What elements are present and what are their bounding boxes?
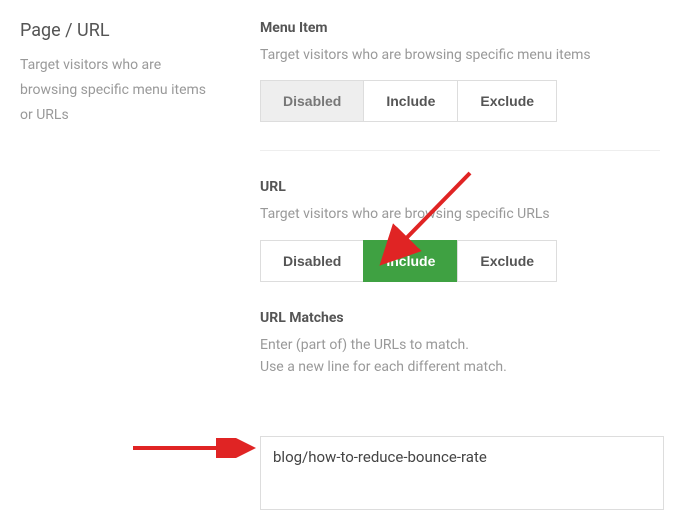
url-disabled-button[interactable]: Disabled (260, 240, 364, 282)
url-matches-label: URL Matches (260, 310, 660, 326)
url-segmented: Disabled Include Exclude (260, 240, 557, 282)
url-matches-hint-2: Use a new line for each different match. (260, 356, 660, 378)
page-description: Target visitors who are browsing specifi… (20, 53, 220, 129)
menu-item-disabled-button[interactable]: Disabled (260, 80, 364, 122)
url-include-button[interactable]: Include (363, 240, 458, 282)
page-title: Page / URL (20, 20, 220, 41)
menu-item-include-button[interactable]: Include (363, 80, 458, 122)
menu-item-hint: Target visitors who are browsing specifi… (260, 44, 660, 66)
arrow-icon (128, 438, 258, 458)
url-label: URL (260, 179, 660, 195)
url-exclude-button[interactable]: Exclude (457, 240, 557, 282)
url-matches-hint-1: Enter (part of) the URLs to match. (260, 334, 660, 356)
sidebar: Page / URL Target visitors who are brows… (20, 20, 220, 393)
url-hint: Target visitors who are browsing specifi… (260, 203, 660, 225)
url-matches-hint: Enter (part of) the URLs to match. Use a… (260, 334, 660, 379)
divider (260, 150, 660, 151)
url-matches-input[interactable] (260, 436, 664, 510)
menu-item-exclude-button[interactable]: Exclude (457, 80, 557, 122)
menu-item-segmented: Disabled Include Exclude (260, 80, 557, 122)
menu-item-group: Menu Item Target visitors who are browsi… (260, 20, 660, 122)
url-group: URL Target visitors who are browsing spe… (260, 179, 660, 281)
url-matches-group: URL Matches Enter (part of) the URLs to … (260, 310, 660, 379)
menu-item-label: Menu Item (260, 20, 660, 36)
